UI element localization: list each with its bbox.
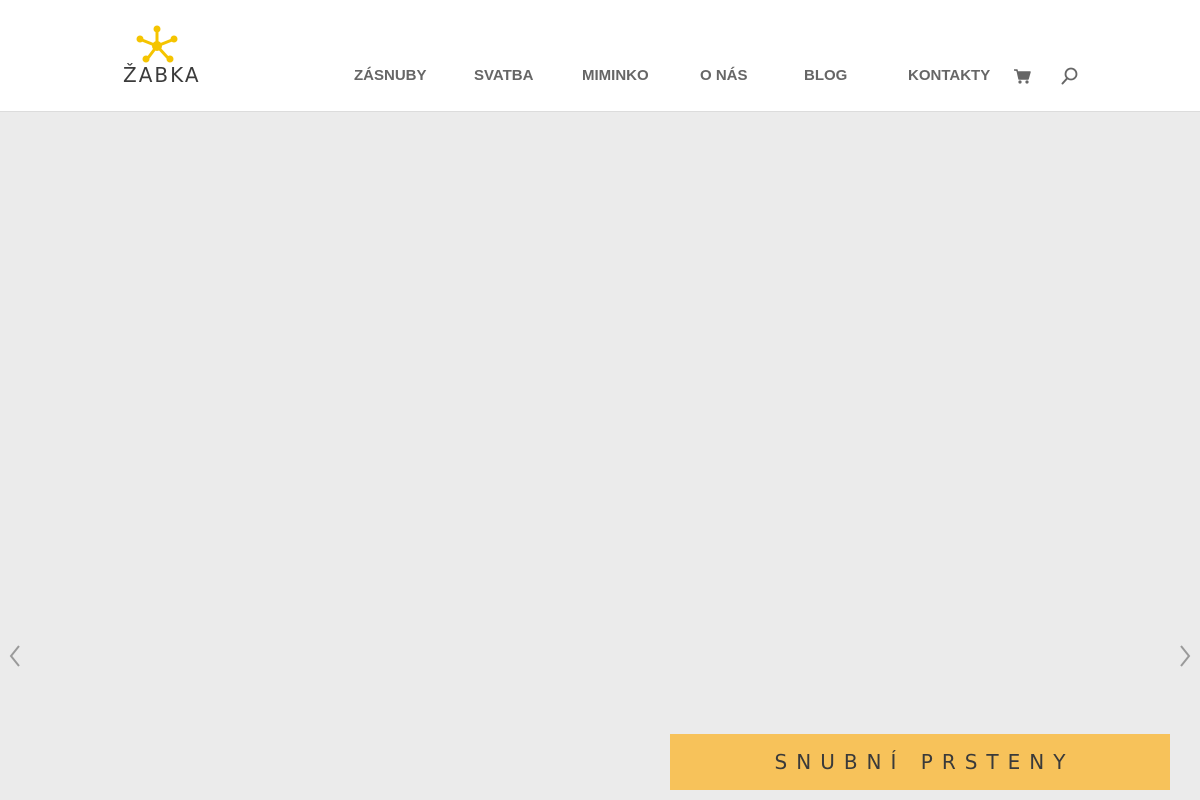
nav-item-zasnuby[interactable]: ZÁSNUBY: [354, 66, 427, 86]
nav-item-blog[interactable]: BLOG: [804, 66, 847, 86]
nav-item-kontakty[interactable]: KONTAKTY: [908, 66, 990, 86]
arrow-left-icon[interactable]: [4, 638, 28, 674]
site-header: ŽABKA ZÁSNUBY SVATBA MIMINKO O NÁS BLOG …: [0, 0, 1200, 112]
cart-icon[interactable]: [1012, 66, 1032, 86]
nav-item-o-nas[interactable]: O NÁS: [700, 66, 748, 86]
hero-slider: [0, 112, 1200, 800]
nav-item-svatba[interactable]: SVATBA: [474, 66, 533, 86]
search-icon[interactable]: [1060, 66, 1080, 86]
nav-item-miminko[interactable]: MIMINKO: [582, 66, 649, 86]
main-nav: ZÁSNUBY SVATBA MIMINKO O NÁS BLOG KONTAK…: [0, 0, 1200, 112]
snubni-prsteny-button[interactable]: SNUBNÍ PRSTENY: [670, 734, 1170, 790]
arrow-right-icon[interactable]: [1172, 638, 1196, 674]
